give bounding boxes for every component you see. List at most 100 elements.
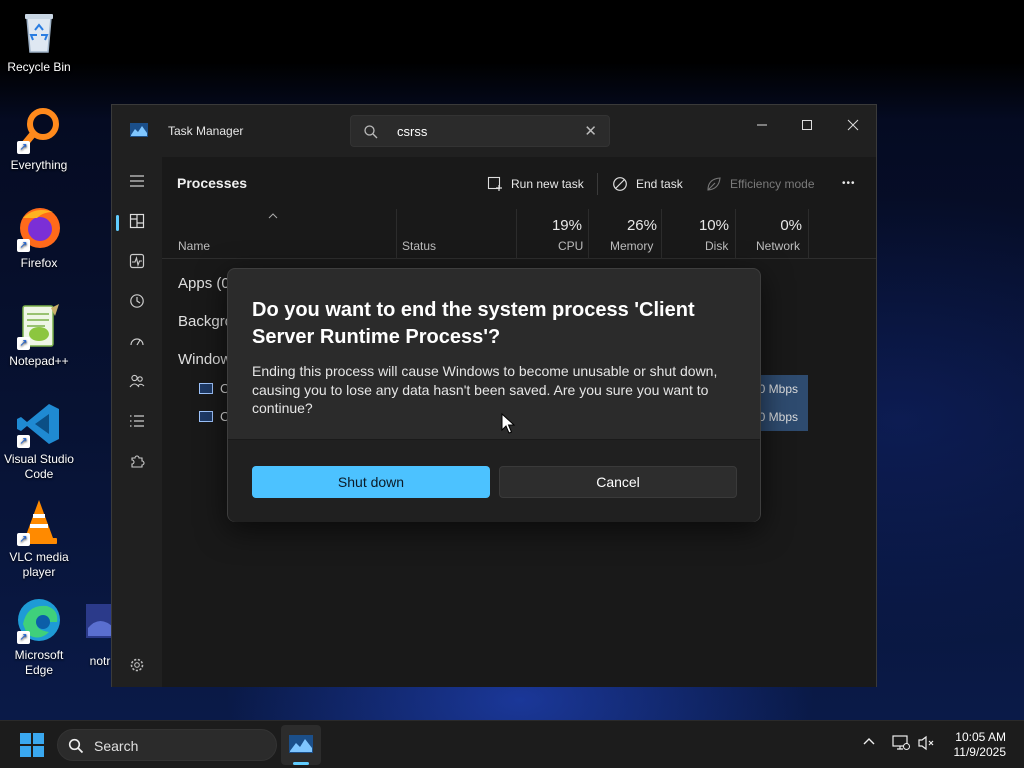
search-input[interactable]: csrss [397, 124, 427, 139]
task-manager-app-icon [130, 123, 148, 137]
shortcut-arrow-icon: ↗ [17, 337, 30, 350]
group-windows[interactable]: Window [178, 351, 231, 368]
taskbar-task-manager-button[interactable] [281, 725, 321, 765]
shortcut-arrow-icon: ↗ [17, 533, 30, 546]
column-name[interactable]: Name [178, 239, 210, 253]
run-task-icon [487, 176, 502, 191]
desktop-icon-label: Visual Studio Code [4, 452, 74, 481]
network-label: Network [756, 239, 801, 253]
minimize-icon [757, 124, 767, 126]
nav-active-indicator [116, 215, 119, 231]
search-box[interactable]: csrss ✕ [350, 115, 610, 147]
leaf-icon [707, 177, 721, 191]
hamburger-menu-button[interactable] [122, 167, 152, 195]
task-manager-app-icon [289, 735, 313, 753]
details-list-icon [130, 415, 144, 427]
close-button[interactable] [833, 111, 873, 139]
nav-services[interactable] [122, 447, 152, 475]
more-options-icon: ••• [842, 178, 856, 189]
history-icon [130, 294, 144, 308]
group-apps[interactable]: Apps (0 [178, 275, 230, 292]
desktop-icon-recycle-bin[interactable]: Recycle Bin [0, 8, 78, 75]
efficiency-mode-button[interactable]: Efficiency mode [706, 171, 821, 197]
desktop-icon-vscode[interactable]: ↗ Visual Studio Code [0, 400, 78, 482]
dialog-message: Ending this process will cause Windows t… [252, 363, 718, 416]
desktop-icon-label: Recycle Bin [7, 60, 71, 74]
nav-details[interactable] [122, 407, 152, 435]
notepad-plus-plus-icon: ↗ [15, 302, 63, 350]
chevron-up-icon[interactable] [862, 735, 876, 749]
column-status[interactable]: Status [402, 239, 436, 253]
windows-start-icon[interactable] [20, 733, 44, 757]
minimize-button[interactable] [742, 111, 782, 139]
desktop-icon-firefox[interactable]: ↗ Firefox [0, 204, 78, 271]
search-icon [68, 738, 84, 754]
nav-settings[interactable] [122, 651, 152, 679]
column-separator [808, 209, 809, 259]
disk-percent: 10% [698, 217, 729, 234]
nav-performance[interactable] [122, 247, 152, 275]
clear-search-icon[interactable]: ✕ [584, 122, 597, 140]
nav-processes[interactable] [122, 207, 152, 235]
column-separator [661, 209, 662, 259]
desktop-icon-label: VLC media player [9, 550, 69, 579]
hamburger-icon [130, 175, 144, 187]
title-bar[interactable]: Task Manager csrss ✕ [112, 105, 876, 157]
more-options-button[interactable]: ••• [840, 171, 864, 197]
column-separator [396, 209, 397, 259]
group-background[interactable]: Backgro [178, 313, 233, 330]
gear-icon [130, 658, 144, 672]
memory-label: Memory [610, 239, 654, 253]
shortcut-arrow-icon: ↗ [17, 239, 30, 252]
shortcut-arrow-icon: ↗ [17, 141, 30, 154]
clock-date: 11/9/2025 [953, 745, 1007, 759]
shut-down-button[interactable]: Shut down [252, 466, 490, 498]
desktop-icon-label: Notepad++ [9, 354, 69, 368]
page-title: Processes [177, 175, 248, 191]
dialog-title: Do you want to end the system process 'C… [252, 299, 695, 348]
taskbar-search-box[interactable]: Search [57, 729, 277, 761]
performance-icon [129, 253, 145, 269]
desktop-icon-notepad-plus-plus[interactable]: ↗ Notepad++ [0, 302, 78, 369]
run-new-task-label: Run new task [511, 177, 584, 191]
taskbar: Search 10:05 AM 11/9/2025 [0, 720, 1024, 768]
network-disconnected-icon[interactable] [892, 735, 910, 751]
desktop-icon-label: Microsoft Edge [14, 648, 64, 677]
end-task-icon [613, 177, 627, 191]
navigation-rail [112, 157, 162, 687]
end-task-label: End task [636, 177, 683, 191]
volume-muted-icon[interactable] [918, 735, 936, 751]
clock-time: 10:05 AM [955, 730, 1006, 744]
end-task-button[interactable]: End task [612, 171, 692, 197]
mouse-cursor-icon [501, 413, 515, 434]
search-icon [364, 125, 378, 139]
vscode-icon: ↗ [15, 400, 63, 448]
sort-ascending-icon [268, 211, 278, 222]
window-title: Task Manager [168, 124, 244, 138]
recycle-bin-icon [15, 8, 63, 56]
desktop-icon-vlc[interactable]: ↗ VLC media player [0, 498, 78, 580]
nav-app-history[interactable] [122, 287, 152, 315]
processes-icon [129, 213, 145, 229]
everything-icon: ↗ [15, 106, 63, 154]
end-process-dialog: Do you want to end the system process 'C… [227, 268, 761, 522]
vlc-icon: ↗ [15, 498, 63, 546]
desktop-icon-label: Everything [10, 158, 68, 172]
desktop-icon-everything[interactable]: ↗ Everything [0, 106, 78, 173]
run-new-task-button[interactable]: Run new task [487, 171, 597, 197]
firefox-icon: ↗ [15, 204, 63, 252]
close-icon [847, 119, 859, 131]
maximize-button[interactable] [787, 111, 827, 139]
dialog-footer: Shut down Cancel [228, 439, 760, 522]
startup-gauge-icon [130, 338, 144, 346]
nav-users[interactable] [122, 367, 152, 395]
cpu-label: CPU [558, 239, 584, 253]
nav-startup-apps[interactable] [122, 327, 152, 355]
memory-percent: 26% [626, 217, 657, 234]
system-clock[interactable]: 10:05 AM 11/9/2025 [954, 730, 1007, 760]
cancel-button[interactable]: Cancel [499, 466, 737, 498]
desktop-icon-edge[interactable]: ↗ Microsoft Edge [0, 596, 78, 678]
column-separator [588, 209, 589, 259]
process-window-icon [199, 383, 213, 394]
users-icon [129, 374, 145, 388]
